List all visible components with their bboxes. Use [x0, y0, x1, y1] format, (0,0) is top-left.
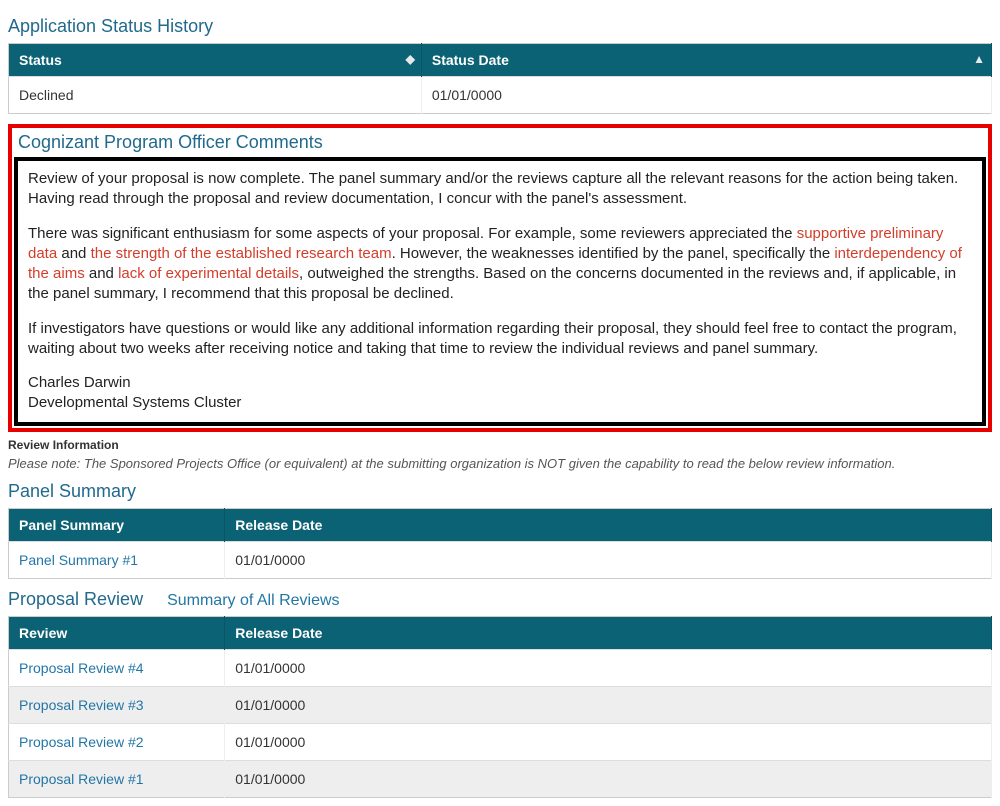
release-date-cell: 01/01/0000	[225, 649, 992, 686]
signature-cluster: Developmental Systems Cluster	[28, 394, 241, 411]
review-header-label: Review	[19, 625, 67, 641]
status-cell: Declined	[9, 77, 422, 114]
panel-summary-link[interactable]: Panel Summary #1	[19, 552, 138, 568]
section-title-status-history: Application Status History	[8, 16, 992, 37]
section-title-proposal-review: Proposal Review	[8, 589, 143, 610]
release-date-header-label: Release Date	[235, 625, 322, 641]
status-date-header-label: Status Date	[432, 52, 509, 68]
proposal-review-header-row: Proposal Review Summary of All Reviews	[8, 589, 992, 610]
comments-paragraph-2: There was significant enthusiasm for som…	[28, 224, 972, 305]
section-title-comments: Cognizant Program Officer Comments	[18, 132, 982, 153]
comments-paragraph-1: Review of your proposal is now complete.…	[28, 169, 972, 210]
panel-summary-header-label: Panel Summary	[19, 517, 124, 533]
release-date-cell: 01/01/0000	[225, 686, 992, 723]
table-row: Proposal Review #2 01/01/0000	[9, 723, 992, 760]
panel-summary-table: Panel Summary Release Date Panel Summary…	[8, 508, 992, 579]
comments-text: and	[57, 245, 90, 262]
sort-icon: ◆	[406, 52, 411, 66]
comments-text-box: Review of your proposal is now complete.…	[14, 157, 986, 426]
table-row: Panel Summary #1 01/01/0000	[9, 541, 992, 578]
section-title-panel-summary: Panel Summary	[8, 481, 992, 502]
release-date-header[interactable]: Release Date	[225, 508, 992, 541]
panel-summary-header[interactable]: Panel Summary	[9, 508, 225, 541]
proposal-review-table: Review Release Date Proposal Review #4 0…	[8, 616, 992, 798]
release-date-cell: 01/01/0000	[225, 760, 992, 797]
review-information-heading: Review Information	[8, 438, 992, 452]
status-header-label: Status	[19, 52, 62, 68]
comments-text: . However, the weaknesses identified by …	[392, 245, 835, 262]
comments-highlight-text: lack of experimental details	[118, 265, 299, 282]
table-row: Proposal Review #1 01/01/0000	[9, 760, 992, 797]
proposal-review-link[interactable]: Proposal Review #3	[19, 697, 144, 713]
signature-name: Charles Darwin	[28, 374, 131, 391]
review-information-note: Please note: The Sponsored Projects Offi…	[8, 456, 992, 471]
release-date-header[interactable]: Release Date	[225, 616, 992, 649]
status-date-header[interactable]: Status Date ▲	[421, 44, 991, 77]
release-date-header-label: Release Date	[235, 517, 322, 533]
table-row: Declined 01/01/0000	[9, 77, 992, 114]
proposal-review-link[interactable]: Proposal Review #4	[19, 660, 144, 676]
comments-highlight-text: the strength of the established research…	[91, 245, 392, 262]
summary-all-reviews-link[interactable]: Summary of All Reviews	[167, 592, 340, 610]
table-row: Proposal Review #3 01/01/0000	[9, 686, 992, 723]
panel-summary-link-cell: Panel Summary #1	[9, 541, 225, 578]
sort-icon: ▲	[973, 52, 981, 66]
comments-text: and	[85, 265, 118, 282]
comments-paragraph-3: If investigators have questions or would…	[28, 319, 972, 360]
proposal-review-link[interactable]: Proposal Review #1	[19, 771, 144, 787]
release-date-cell: 01/01/0000	[225, 723, 992, 760]
status-history-table: Status ◆ Status Date ▲ Declined 01/01/00…	[8, 43, 992, 114]
status-date-cell: 01/01/0000	[421, 77, 991, 114]
status-header[interactable]: Status ◆	[9, 44, 422, 77]
comments-highlight-box: Cognizant Program Officer Comments Revie…	[8, 124, 992, 432]
comments-signature: Charles Darwin Developmental Systems Clu…	[28, 373, 972, 414]
table-row: Proposal Review #4 01/01/0000	[9, 649, 992, 686]
proposal-review-link[interactable]: Proposal Review #2	[19, 734, 144, 750]
comments-text: There was significant enthusiasm for som…	[28, 225, 797, 242]
review-header[interactable]: Review	[9, 616, 225, 649]
release-date-cell: 01/01/0000	[225, 541, 992, 578]
